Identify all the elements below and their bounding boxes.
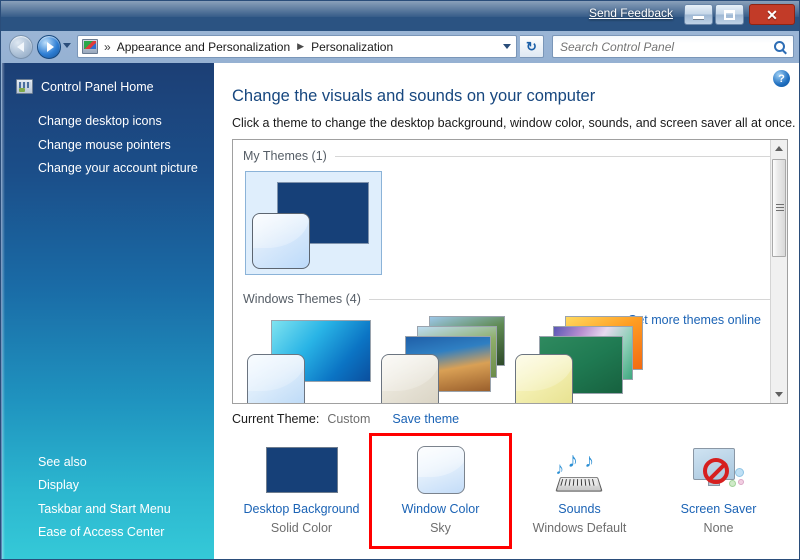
- minimize-icon: [693, 16, 704, 19]
- option-value: Solid Color: [270, 521, 333, 535]
- group-rule: [334, 155, 777, 157]
- option-screen-saver[interactable]: Screen Saver None: [649, 435, 788, 547]
- address-bar[interactable]: » Appearance and Personalization ▶ Perso…: [77, 35, 517, 58]
- sidebar-item-change-account-picture[interactable]: Change your account picture: [2, 157, 214, 181]
- sidebar-item-change-desktop-icons[interactable]: Change desktop icons: [2, 110, 214, 134]
- close-icon: ✕: [766, 6, 778, 23]
- group-rule: [368, 298, 777, 300]
- title-bar: Send Feedback ✕: [1, 1, 799, 31]
- theme-thumbnail-custom[interactable]: [245, 171, 382, 275]
- option-value: Windows Default: [532, 521, 627, 535]
- theme-window-preview: [381, 354, 439, 403]
- my-themes-row: Get more themes online: [233, 163, 787, 327]
- option-window-color[interactable]: Window Color Sky: [369, 433, 512, 549]
- personalization-window: Send Feedback ✕ » Appearance and Persona…: [0, 0, 800, 560]
- option-value: Sky: [430, 521, 451, 535]
- arrow-left-icon: [16, 42, 24, 52]
- theme-thumbnail-landscapes[interactable]: [379, 316, 509, 403]
- refresh-icon: ↻: [526, 38, 537, 54]
- control-panel-home-icon: [16, 79, 33, 94]
- search-box[interactable]: [552, 35, 794, 58]
- theme-window-preview: [247, 354, 305, 403]
- help-icon[interactable]: ?: [773, 70, 790, 87]
- back-button[interactable]: [9, 35, 33, 59]
- address-dropdown-icon[interactable]: [503, 44, 511, 49]
- scrollbar-thumb[interactable]: [772, 159, 786, 257]
- sidebar-home-label: Control Panel Home: [41, 79, 154, 94]
- theme-thumbnail-architecture[interactable]: [513, 316, 643, 403]
- page-title: Change the visuals and sounds on your co…: [232, 87, 596, 105]
- forward-button[interactable]: [37, 35, 61, 59]
- sidebar-item-ease-of-access-center[interactable]: Ease of Access Center: [2, 521, 214, 545]
- themes-scrollbar[interactable]: [770, 140, 787, 403]
- sidebar-item-change-mouse-pointers[interactable]: Change mouse pointers: [2, 134, 214, 158]
- current-theme-label: Current Theme:: [232, 412, 320, 426]
- arrow-right-icon: [46, 42, 54, 52]
- control-panel-icon: [82, 39, 98, 54]
- breadcrumb-item-personalization[interactable]: Personalization: [309, 39, 395, 55]
- theme-thumbnail-windows-7[interactable]: [245, 316, 375, 403]
- group-title-my-themes: My Themes (1): [243, 149, 327, 163]
- sounds-icon: ♪ ♪ ♪: [552, 441, 608, 499]
- send-feedback-link[interactable]: Send Feedback: [589, 6, 673, 20]
- scrollbar-grip-icon: [776, 204, 784, 211]
- sidebar: Control Panel Home Change desktop icons …: [2, 63, 214, 559]
- refresh-button[interactable]: ↻: [520, 35, 544, 58]
- search-icon: [774, 41, 785, 52]
- navigation-bar: » Appearance and Personalization ▶ Perso…: [1, 31, 799, 63]
- maximize-button[interactable]: [715, 4, 744, 25]
- scroll-down-button[interactable]: [771, 386, 787, 403]
- history-dropdown-icon[interactable]: [63, 43, 71, 48]
- screen-saver-icon: [691, 441, 747, 499]
- minimize-button[interactable]: [684, 4, 713, 25]
- theme-window-preview: [515, 354, 573, 403]
- breadcrumb-overflow-icon[interactable]: »: [104, 40, 111, 54]
- triangle-up-icon: [775, 146, 783, 151]
- triangle-down-icon: [775, 392, 783, 397]
- breadcrumb-item-appearance[interactable]: Appearance and Personalization: [115, 39, 292, 55]
- option-title[interactable]: Desktop Background: [243, 502, 359, 516]
- current-theme-value: Custom: [327, 412, 371, 426]
- search-input[interactable]: [560, 39, 760, 54]
- window-color-icon: [416, 441, 465, 499]
- save-theme-link[interactable]: Save theme: [392, 412, 459, 426]
- window-body: Control Panel Home Change desktop icons …: [2, 63, 799, 559]
- main-content: ? Change the visuals and sounds on your …: [214, 63, 799, 559]
- page-subtitle: Click a theme to change the desktop back…: [232, 116, 796, 130]
- see-also-title: See also: [38, 455, 87, 470]
- option-desktop-background[interactable]: Desktop Background Solid Color: [232, 435, 371, 547]
- option-title[interactable]: Screen Saver: [681, 502, 757, 516]
- see-also-section: See also Display Taskbar and Start Menu …: [2, 452, 214, 545]
- themes-list[interactable]: My Themes (1) Get more themes online Win…: [232, 139, 788, 404]
- sidebar-item-taskbar-start-menu[interactable]: Taskbar and Start Menu: [2, 498, 214, 522]
- desktop-background-icon: [265, 441, 338, 499]
- current-theme-row: Current Theme: Custom Save theme: [232, 412, 459, 426]
- title-bar-glass: [1, 1, 799, 17]
- sidebar-item-display[interactable]: Display: [2, 474, 214, 498]
- scroll-up-button[interactable]: [771, 140, 787, 157]
- group-header-windows-themes: Windows Themes (4): [233, 292, 787, 306]
- theme-options-row: Desktop Background Solid Color Window Co…: [232, 433, 788, 549]
- group-header-my-themes: My Themes (1): [233, 149, 787, 163]
- close-button[interactable]: ✕: [749, 4, 795, 25]
- windows-themes-row: [233, 306, 787, 403]
- option-title[interactable]: Sounds: [558, 502, 600, 516]
- theme-window-preview: [252, 213, 310, 269]
- group-title-windows-themes: Windows Themes (4): [243, 292, 361, 306]
- option-value: None: [703, 521, 734, 535]
- option-sounds[interactable]: ♪ ♪ ♪ Sounds Windows Default: [510, 435, 649, 547]
- breadcrumb-arrow-icon: ▶: [297, 41, 305, 51]
- sidebar-item-control-panel-home[interactable]: Control Panel Home: [2, 77, 214, 96]
- maximize-icon: [724, 9, 735, 20]
- option-title[interactable]: Window Color: [402, 502, 480, 516]
